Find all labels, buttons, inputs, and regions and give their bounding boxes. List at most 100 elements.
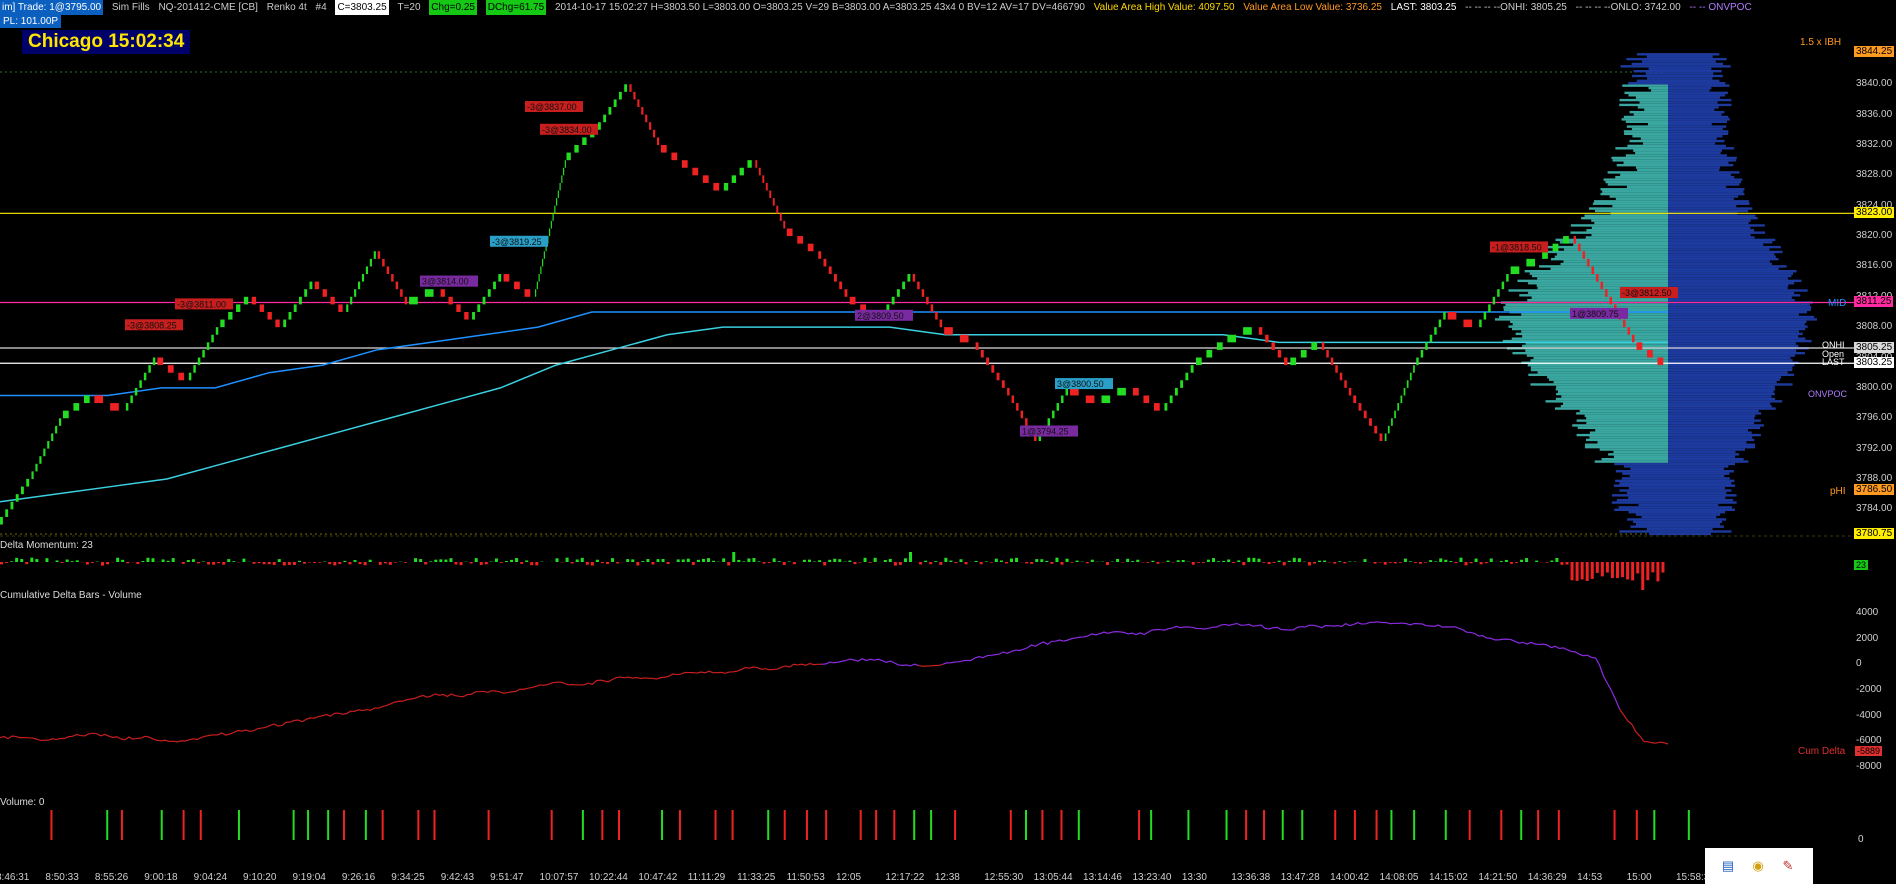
profile-bar: [1584, 445, 1668, 449]
time-tick-label: 14:00:42: [1330, 872, 1370, 883]
profile-bar: [1611, 156, 1668, 160]
delta-bar: [883, 559, 887, 562]
delta-bar: [388, 562, 392, 565]
profile-bar-right: [1668, 241, 1773, 244]
profile-bar: [1638, 503, 1668, 507]
profile-bar-right: [1668, 103, 1732, 107]
profile-bar-right: [1668, 315, 1815, 319]
profile-bar: [1547, 245, 1668, 249]
profile-bar-right: [1668, 523, 1721, 526]
delta-bar: [707, 558, 710, 562]
delta-bar: [1595, 562, 1599, 573]
profile-bar: [1530, 383, 1668, 386]
profile-bar-right: [1668, 123, 1712, 126]
profile-bar-right: [1668, 250, 1783, 254]
delta-bar: [1424, 562, 1428, 563]
profile-bar: [1647, 77, 1668, 80]
globe-icon[interactable]: ◉: [1749, 858, 1767, 874]
renko-brick: [1052, 410, 1055, 419]
time-tick-label: 11:33:25: [737, 872, 776, 883]
delta-bar: [1479, 562, 1483, 565]
profile-bar-right: [1668, 207, 1753, 210]
delta-bar: [626, 559, 630, 562]
profile-bar-right: [1668, 303, 1810, 307]
delta-bar: [1181, 559, 1185, 562]
renko-brick: [365, 266, 369, 275]
profile-bar-right: [1668, 137, 1717, 140]
profile-bar: [1563, 260, 1668, 263]
profile-bar: [1616, 163, 1668, 167]
profile-bar-right: [1668, 342, 1796, 345]
renko-brick: [1563, 236, 1569, 244]
delta-bar: [1232, 562, 1236, 564]
profile-bar: [1605, 180, 1668, 184]
delta-bar: [1429, 560, 1433, 562]
delta-bar: [757, 561, 761, 562]
delta-bar: [792, 562, 796, 565]
delta-bar: [1439, 558, 1443, 562]
delta-bar: [873, 557, 877, 562]
profile-bar-right: [1668, 532, 1711, 536]
volume-bar: [601, 810, 604, 840]
profile-bar-right: [1668, 282, 1795, 285]
profile-bar-right: [1668, 498, 1734, 502]
delta-bar: [1525, 558, 1529, 562]
delta-bar: [55, 560, 59, 562]
cum-delta-segment: [1329, 622, 1354, 628]
chart-properties-icon[interactable]: ▤: [1719, 858, 1737, 874]
cum-delta-segment: [338, 709, 363, 715]
profile-bar-right: [1668, 82, 1726, 85]
delta-bar: [1626, 562, 1630, 580]
delta-bar: [141, 560, 145, 562]
profile-bar: [1547, 376, 1668, 379]
volume-bar: [1520, 810, 1523, 840]
profile-bar: [1628, 511, 1668, 514]
chart-canvas[interactable]: -3@3819.25 -3@3811.00 -3@3808.25 -3@3837.00…: [0, 0, 1896, 884]
delta-bar: [727, 562, 731, 566]
renko-brick: [574, 144, 579, 153]
draw-icon[interactable]: ✎: [1779, 858, 1797, 874]
profile-bar: [1625, 120, 1668, 123]
profile-bar-right: [1668, 380, 1777, 384]
last-line-label: LAST: [1822, 357, 1845, 367]
renko-brick: [298, 296, 302, 305]
delta-bar: [802, 559, 806, 562]
renko-brick: [404, 296, 408, 305]
time-tick-label: 8:46:31: [0, 872, 30, 883]
profile-bar-right: [1668, 306, 1812, 309]
volume-bar: [1281, 810, 1284, 840]
profile-bar: [1616, 498, 1668, 502]
renko-brick: [1206, 349, 1213, 358]
renko-brick: [456, 304, 461, 312]
renko-brick: [540, 266, 542, 275]
cum-delta-segment: [1546, 644, 1572, 652]
profile-bar: [1651, 89, 1668, 92]
delta-bar: [818, 560, 822, 562]
renko-brick: [43, 448, 46, 457]
renko-brick: [1552, 243, 1559, 252]
profile-bar: [1613, 484, 1668, 487]
delta-bar: [257, 562, 261, 564]
profile-bar-right: [1668, 72, 1714, 75]
profile-bar: [1537, 277, 1668, 280]
delta-bar: [808, 559, 811, 562]
volume-bar: [1653, 810, 1656, 840]
cum-delta-segment: [1039, 639, 1064, 646]
time-tick-label: 10:22:44: [588, 872, 628, 883]
profile-bar: [1625, 154, 1668, 157]
profile-bar: [1623, 130, 1668, 133]
profile-bar: [1556, 253, 1668, 256]
renko-brick: [1348, 387, 1352, 396]
profile-bar: [1591, 219, 1668, 222]
price-tick-label: 3820.00: [1856, 230, 1893, 242]
renko-brick: [47, 441, 50, 449]
profile-bar: [1619, 489, 1668, 492]
renko-brick: [645, 114, 648, 123]
profile-bar-right: [1668, 349, 1797, 352]
trade-marker-text: -1@3818.50: [1492, 242, 1542, 252]
trade-marker: -3@3837.00: [525, 101, 583, 113]
renko-brick: [656, 137, 660, 145]
profile-bar: [1589, 431, 1668, 434]
price-tick-label: 3788.00: [1856, 472, 1893, 484]
delta-bar: [984, 561, 988, 562]
